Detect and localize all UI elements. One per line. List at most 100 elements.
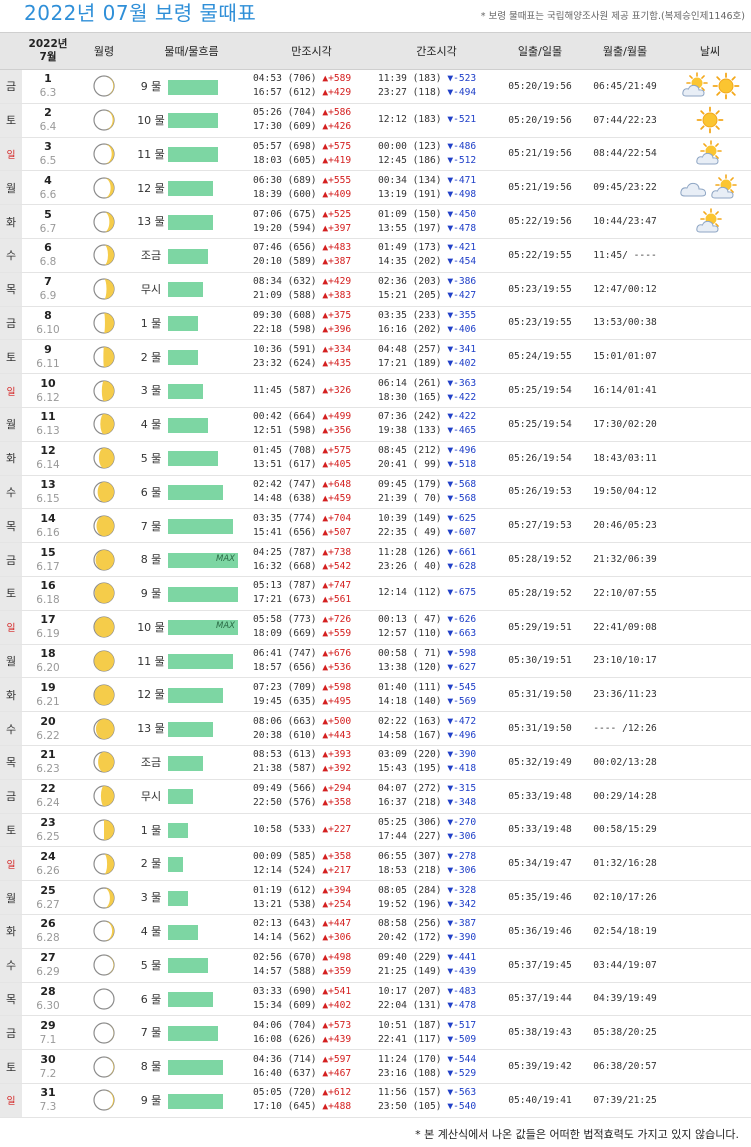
date-cell: 8 6.10 — [22, 306, 74, 341]
day-number: 3 — [44, 139, 52, 153]
rise-amount: ▲+383 — [322, 290, 352, 302]
low-tide-cell: 11:56 (157) ▼-563 23:50 (105) ▼-540 — [374, 1083, 499, 1118]
table-row: 일 10 6.12 3 물 11:45 (587) ▲+326 06:14 (261) ▼… — [0, 373, 751, 408]
weather-cell — [669, 846, 751, 882]
flow-bar — [168, 282, 203, 298]
high-tide-2: 18:09 (669) ▲+559 — [253, 628, 352, 640]
high-tide-1: 08:53 (613) ▲+393 — [253, 749, 352, 761]
fall-amount: ▼-568 — [447, 478, 477, 490]
fall-amount: ▼-625 — [447, 512, 477, 524]
table-row: 화 26 6.28 4 물 02:13 (643) ▲+447 14:14 (562) ▲… — [0, 914, 751, 949]
flow-bar — [168, 890, 189, 906]
high-tide-2: 14:14 (562) ▲+306 — [253, 932, 352, 944]
rise-amount: ▲+359 — [322, 966, 352, 978]
high-tide-1: 03:35 (774) ▲+704 — [253, 512, 352, 524]
low-tide-2: 23:27 (118) ▼-494 — [378, 87, 477, 99]
fall-amount: ▼-607 — [447, 526, 477, 538]
day-number: 19 — [40, 680, 56, 694]
mul-name: 8 물 — [140, 1060, 162, 1074]
date-cell: 10 6.12 — [22, 373, 74, 408]
rise-amount: ▲+334 — [322, 343, 352, 355]
low-tide-1: 08:58 (256) ▼-387 — [378, 918, 477, 930]
fall-amount: ▼-496 — [447, 445, 477, 457]
fall-amount: ▼-418 — [447, 763, 477, 775]
moonrise-moonset: ---- /12:26 — [581, 711, 669, 746]
flow-bar — [168, 958, 208, 974]
mul-cell: 9 물 — [134, 69, 249, 104]
rise-amount: ▲+507 — [322, 526, 352, 538]
high-tide-cell: 11:45 (587) ▲+326 — [249, 373, 374, 408]
sunrise-sunset: 05:30/19:51 — [499, 644, 581, 679]
high-tide-cell: 01:45 (708) ▲+575 13:51 (617) ▲+405 — [249, 441, 374, 476]
mul-name: 무시 — [140, 282, 162, 296]
flow-bar-track — [168, 1093, 238, 1109]
mul-name: 13 물 — [137, 215, 165, 229]
sun-header: 일출/일몰 — [499, 32, 581, 70]
flow-bar-track — [168, 924, 238, 940]
moon-phase — [74, 1049, 134, 1084]
mul-name: 11 물 — [137, 147, 165, 161]
moon-phase-icon — [93, 616, 115, 638]
high-tide-1: 04:06 (704) ▲+573 — [253, 1019, 352, 1031]
table-row: 금 1 6.3 9 물 04:53 (706) ▲+589 16:57 (612) ▲+4… — [0, 69, 751, 104]
mul-cell: 8 물 MAX — [134, 542, 249, 577]
mul-name: 4 물 — [140, 925, 162, 939]
sunrise-sunset: 05:37/19:44 — [499, 982, 581, 1017]
high-tide-1: 07:46 (656) ▲+483 — [253, 242, 352, 254]
fall-amount: ▼-521 — [447, 114, 477, 126]
flow-bar — [168, 1093, 224, 1109]
sunrise-sunset: 05:21/19:56 — [499, 137, 581, 172]
low-tide-2: 21:25 (149) ▼-439 — [378, 966, 477, 978]
fall-amount: ▼-363 — [447, 377, 477, 389]
lunar-date: 6.4 — [39, 121, 57, 134]
fall-amount: ▼-478 — [447, 222, 477, 234]
low-tide-2: 23:16 (108) ▼-529 — [378, 1067, 477, 1079]
flow-bar-track — [168, 181, 238, 197]
day-number: 26 — [40, 917, 56, 931]
high-tide-2: 16:32 (668) ▲+542 — [253, 560, 352, 572]
date-cell: 18 6.20 — [22, 644, 74, 679]
fall-amount: ▼-471 — [447, 174, 477, 186]
fall-amount: ▼-278 — [447, 850, 477, 862]
high-tide-1: 01:45 (708) ▲+575 — [253, 445, 352, 457]
lunar-date: 6.16 — [36, 526, 60, 539]
low-tide-2: 22:35 ( 49) ▼-607 — [378, 526, 477, 538]
high-tide-2: 19:20 (594) ▲+397 — [253, 222, 352, 234]
day-number: 17 — [40, 613, 56, 627]
low-tide-cell: 12:14 (112) ▼-675 — [374, 576, 499, 611]
lunar-date: 6.26 — [36, 864, 60, 877]
fall-amount: ▼-598 — [447, 647, 477, 659]
high-tide-2: 20:38 (610) ▲+443 — [253, 729, 352, 741]
low-tide-1: 12:12 (183) ▼-521 — [378, 114, 477, 126]
table-row: 토 30 7.2 8 물 04:36 (714) ▲+597 16:40 (637) ▲+… — [0, 1049, 751, 1084]
moon-phase — [74, 610, 134, 645]
day-number: 7 — [44, 275, 52, 289]
day-number: 4 — [44, 173, 52, 187]
fall-amount: ▼-387 — [447, 918, 477, 930]
flow-bar-track — [168, 113, 238, 129]
high-tide-cell: 00:09 (585) ▲+358 12:14 (524) ▲+217 — [249, 846, 374, 882]
fall-amount: ▼-496 — [447, 729, 477, 741]
rise-amount: ▲+575 — [322, 140, 352, 152]
moon-phase-icon — [93, 109, 115, 131]
flow-bar-track — [168, 654, 238, 670]
moon-phase-icon — [93, 920, 115, 942]
sunrise-sunset: 05:23/19:55 — [499, 272, 581, 307]
date-cell: 19 6.21 — [22, 677, 74, 713]
source-note: * 보령 물때표는 국립해양조사원 제공 표기함.(복제승인제1146호) — [480, 11, 745, 22]
moonrise-header: 월출/월몰 — [581, 32, 669, 70]
low-tide-2: 12:57 (110) ▼-663 — [378, 628, 477, 640]
day-of-week: 화 — [0, 677, 22, 713]
low-tide-cell: 00:34 (134) ▼-471 13:19 (191) ▼-498 — [374, 170, 499, 206]
date-cell: 16 6.18 — [22, 576, 74, 611]
flow-bar-track — [168, 1025, 238, 1041]
date-cell: 7 6.9 — [22, 272, 74, 307]
moon-phase-icon — [93, 278, 115, 300]
low-tide-cell: 08:05 (284) ▼-328 19:52 (196) ▼-342 — [374, 880, 499, 915]
moon-phase-icon — [93, 379, 115, 402]
low-tide-2: 22:04 (131) ▼-478 — [378, 999, 477, 1011]
moonrise-moonset: 08:44/22:54 — [581, 137, 669, 172]
day-number: 15 — [40, 545, 56, 559]
rise-amount: ▲+542 — [322, 560, 352, 572]
fall-amount: ▼-422 — [447, 411, 477, 423]
